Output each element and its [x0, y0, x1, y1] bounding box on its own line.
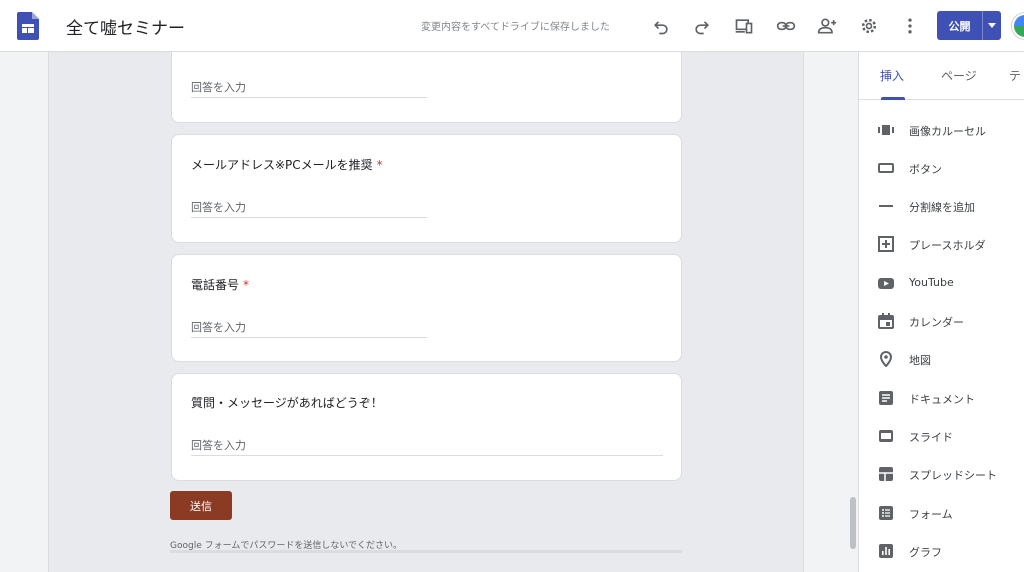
- publish-dropdown-button[interactable]: [982, 11, 1001, 40]
- sidebar-item-label: プレースホルダ: [909, 239, 986, 252]
- sidebar-item-label: YouTube: [909, 276, 954, 289]
- divider-icon: [879, 205, 893, 207]
- link-icon[interactable]: [774, 14, 798, 38]
- redo-icon[interactable]: [690, 14, 714, 38]
- form-question-card[interactable]: 質問・メッセージがあればどうぞ！ 回答を入力: [171, 373, 682, 481]
- top-bar: 全て嘘セミナー 変更内容をすべてドライブに保存しました 公開: [0, 0, 1024, 52]
- sidebar-item-label: スライド: [909, 431, 953, 444]
- answer-underline: [191, 217, 427, 218]
- publish-button[interactable]: 公開: [937, 11, 982, 40]
- spreadsheet-icon: [879, 467, 893, 481]
- button-icon: [878, 163, 894, 173]
- sidebar-item-image-carousel[interactable]: 画像カルーセル: [859, 115, 1024, 145]
- question-label: メールアドレス※PCメールを推奨 *: [191, 158, 383, 172]
- question-label: 質問・メッセージがあればどうぞ！: [191, 396, 383, 410]
- form-question-card[interactable]: 電話番号 * 回答を入力: [171, 254, 682, 362]
- tab-pages[interactable]: ページ: [941, 67, 977, 84]
- sidebar-item-label: 画像カルーセル: [909, 125, 986, 138]
- settings-icon[interactable]: [857, 14, 881, 38]
- caret-down-icon: [988, 23, 996, 28]
- sidebar-item-document[interactable]: ドキュメント: [859, 383, 1024, 413]
- tab-insert[interactable]: 挿入: [880, 67, 904, 84]
- site-page: 回答を入力 メールアドレス※PCメールを推奨 * 回答を入力 電話番号 * 回答を入…: [49, 52, 803, 572]
- undo-icon[interactable]: [649, 14, 673, 38]
- google-sites-logo-icon[interactable]: [17, 12, 39, 40]
- canvas-scrollbar[interactable]: [850, 497, 856, 549]
- active-tab-indicator: [881, 97, 905, 100]
- chart-icon: [879, 544, 893, 558]
- document-icon: [879, 391, 893, 405]
- sidebar-item-label: スプレッドシート: [909, 469, 997, 482]
- calendar-icon: [878, 313, 894, 329]
- required-marker: *: [376, 158, 383, 172]
- insert-sidebar: 挿入 ページ テ 画像カルーセル ボタン 分割線を追加 プレースホルダ YouT…: [858, 52, 1024, 572]
- sidebar-item-map[interactable]: 地図: [859, 344, 1024, 374]
- sidebar-item-button[interactable]: ボタン: [859, 153, 1024, 183]
- document-title[interactable]: 全て嘘セミナー: [66, 14, 185, 39]
- answer-placeholder[interactable]: 回答を入力: [191, 199, 246, 215]
- preview-devices-icon[interactable]: [732, 14, 756, 38]
- forms-icon: [879, 506, 893, 520]
- placeholder-icon: [878, 236, 894, 252]
- sidebar-item-calendar[interactable]: カレンダー: [859, 306, 1024, 336]
- form-footer-divider: [170, 550, 682, 553]
- tab-themes[interactable]: テ: [1009, 67, 1021, 84]
- question-label: 電話番号 *: [191, 278, 250, 292]
- answer-underline: [191, 97, 427, 98]
- sidebar-item-forms[interactable]: フォーム: [859, 498, 1024, 528]
- sidebar-item-label: ドキュメント: [909, 393, 975, 406]
- answer-placeholder[interactable]: 回答を入力: [191, 437, 246, 453]
- form-question-card[interactable]: メールアドレス※PCメールを推奨 * 回答を入力: [171, 134, 682, 243]
- sidebar-item-label: フォーム: [909, 508, 953, 521]
- save-status: 変更内容をすべてドライブに保存しました: [421, 22, 610, 33]
- carousel-icon: [878, 125, 894, 135]
- more-vert-icon[interactable]: [898, 14, 922, 38]
- avatar[interactable]: [1012, 13, 1024, 39]
- add-person-icon[interactable]: [815, 14, 839, 38]
- sidebar-item-placeholder[interactable]: プレースホルダ: [859, 229, 1024, 259]
- sidebar-tabs: 挿入 ページ テ: [859, 52, 1024, 100]
- required-marker: *: [243, 278, 250, 292]
- sidebar-item-label: グラフ: [909, 546, 942, 559]
- slides-icon: [879, 430, 893, 442]
- answer-underline: [191, 455, 663, 456]
- publish-button-group: 公開: [937, 11, 1001, 40]
- form-question-card[interactable]: 回答を入力: [171, 52, 682, 123]
- answer-placeholder[interactable]: 回答を入力: [191, 79, 246, 95]
- answer-placeholder[interactable]: 回答を入力: [191, 319, 246, 335]
- sidebar-item-slides[interactable]: スライド: [859, 421, 1024, 451]
- answer-underline: [191, 337, 427, 338]
- map-pin-icon: [879, 351, 893, 367]
- editor-canvas: 回答を入力 メールアドレス※PCメールを推奨 * 回答を入力 電話番号 * 回答を入…: [0, 52, 858, 572]
- sidebar-item-label: 地図: [909, 354, 931, 367]
- sidebar-item-label: 分割線を追加: [909, 201, 975, 214]
- sidebar-item-label: ボタン: [909, 163, 942, 176]
- submit-button[interactable]: 送信: [170, 491, 232, 520]
- sidebar-item-label: カレンダー: [909, 316, 964, 329]
- sidebar-item-divider[interactable]: 分割線を追加: [859, 191, 1024, 221]
- sidebar-item-chart[interactable]: グラフ: [859, 536, 1024, 566]
- youtube-icon: [878, 278, 894, 289]
- sidebar-item-spreadsheet[interactable]: スプレッドシート: [859, 459, 1024, 489]
- sidebar-item-youtube[interactable]: YouTube: [859, 268, 1024, 298]
